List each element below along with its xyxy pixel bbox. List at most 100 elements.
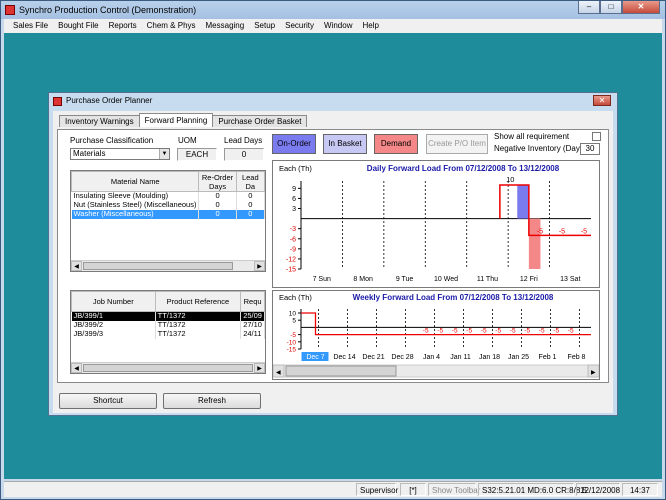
y-tick-label: -9 — [290, 246, 296, 253]
table-cell: TT/1372 — [155, 311, 242, 321]
chart-title: Weekly Forward Load From 07/12/2008 To 1… — [353, 293, 554, 302]
y-tick-label: -15 — [287, 347, 297, 354]
demand-legend: Demand — [374, 134, 418, 154]
data-label: -5 — [559, 228, 565, 235]
purchase-order-planner-dialog: Purchase Order Planner ✕ Inventory Warni… — [48, 92, 618, 416]
x-tick-label: Jan 25 — [508, 354, 529, 361]
jobs-hscroll[interactable]: ◀ ▶ — [71, 362, 265, 373]
scroll-left-icon[interactable]: ◀ — [71, 363, 82, 373]
weekly-forward-load-chart: Each (Th) Weekly Forward Load From 07/12/… — [272, 290, 600, 380]
data-label: -5 — [466, 328, 472, 335]
y-tick-label: -10 — [287, 339, 297, 346]
x-tick-label: Feb 1 — [539, 354, 557, 361]
table-row[interactable]: Washer (Miscellaneous) 0 0 — [71, 209, 265, 219]
dialog-titlebar: Purchase Order Planner — [53, 95, 152, 107]
menu-help[interactable]: Help — [357, 19, 383, 33]
materials-header-reorder[interactable]: Re-Order Days — [198, 171, 237, 192]
lead-days-field: 0 — [224, 148, 264, 161]
x-tick-label: 11 Thu — [477, 276, 498, 283]
menu-security[interactable]: Security — [280, 19, 319, 33]
purchase-classification-label: Purchase Classification — [70, 136, 154, 145]
forward-planning-panel: Purchase Classification Materials ▼ UOM … — [57, 129, 609, 383]
table-cell: 0 — [198, 209, 237, 219]
y-tick-label: -3 — [290, 226, 296, 233]
jobs-header-required[interactable]: Requ — [240, 291, 265, 312]
x-tick-label: Dec 21 — [362, 354, 384, 361]
menu-sales-file[interactable]: Sales File — [8, 19, 53, 33]
close-button[interactable]: ✕ — [622, 1, 660, 14]
x-tick-label: 7 Sun — [313, 276, 331, 283]
table-cell: Nut (Stainless Steel) (Miscellaneous) — [71, 200, 200, 210]
scroll-left-icon[interactable]: ◀ — [71, 261, 82, 271]
purchase-classification-select[interactable]: Materials ▼ — [70, 148, 170, 160]
table-cell: TT/1372 — [155, 320, 242, 330]
materials-header-name[interactable]: Material Name — [71, 171, 200, 192]
data-label: -5 — [452, 328, 458, 335]
table-cell: TT/1372 — [155, 329, 242, 339]
negative-inventory-input[interactable]: 30 — [580, 143, 600, 155]
menu-bought-file[interactable]: Bought File — [53, 19, 103, 33]
data-label: -5 — [495, 328, 501, 335]
dialog-body: Inventory Warnings Forward Planning Purc… — [53, 111, 613, 413]
scroll-right-icon[interactable]: ▶ — [254, 261, 265, 271]
jobs-table: Job Number Product Reference Requ JB/399… — [71, 291, 265, 339]
scroll-right-glyph: ▶ — [591, 370, 596, 376]
in-basket-legend: In Basket — [323, 134, 367, 154]
scroll-right-icon[interactable]: ▶ — [254, 363, 265, 373]
dialog-close-button[interactable]: ✕ — [593, 95, 611, 106]
chart-ylabel: Each (Th) — [279, 293, 312, 302]
status-date: 12/12/2008 — [576, 483, 620, 496]
uom-field: EACH — [177, 148, 217, 161]
show-toolbar-toggle[interactable]: Show Toolbar — [428, 483, 480, 496]
uom-label: UOM — [178, 136, 197, 145]
y-tick-label: 9 — [292, 186, 296, 193]
materials-scroll-thumb[interactable] — [83, 262, 233, 270]
jobs-header-job-number[interactable]: Job Number — [71, 291, 156, 312]
menu-window[interactable]: Window — [319, 19, 357, 33]
materials-hscroll[interactable]: ◀ ▶ — [71, 260, 265, 271]
tab-purchase-order-basket[interactable]: Purchase Order Basket — [212, 115, 308, 127]
tab-strip: Inventory Warnings Forward Planning Purc… — [59, 113, 308, 127]
maximize-button[interactable]: □ — [600, 1, 622, 14]
dialog-title: Purchase Order Planner — [66, 96, 153, 105]
jobs-header-product-reference[interactable]: Product Reference — [154, 291, 242, 312]
show-all-requirement-checkbox[interactable] — [592, 132, 601, 141]
table-cell: 25/09 — [240, 311, 265, 321]
table-row[interactable]: Nut (Stainless Steel) (Miscellaneous) 0 0 — [71, 200, 265, 210]
table-cell: 24/11 — [240, 329, 265, 339]
table-row[interactable]: JB/399/3 TT/1372 24/11 — [71, 329, 265, 339]
table-row[interactable]: Insulating Sleeve (Moulding) 0 0 — [71, 191, 265, 201]
demand-bar — [528, 218, 541, 269]
on-order-bar — [517, 185, 529, 219]
jobs-scroll-thumb[interactable] — [83, 364, 253, 372]
menu-setup[interactable]: Setup — [249, 19, 280, 33]
tab-forward-planning[interactable]: Forward Planning — [138, 113, 214, 127]
y-tick-label: -5 — [290, 332, 296, 339]
y-tick-label: -15 — [286, 267, 296, 274]
data-label: -5 — [524, 328, 530, 335]
menu-messaging[interactable]: Messaging — [201, 19, 250, 33]
x-tick-label: Dec 7 — [306, 354, 324, 361]
minimize-button[interactable]: – — [578, 1, 600, 14]
data-label: -5 — [481, 328, 487, 335]
table-row[interactable]: JB/399/1 TT/1372 25/09 — [71, 311, 265, 321]
chart-ylabel: Each (Th) — [279, 164, 312, 173]
chevron-down-icon[interactable]: ▼ — [159, 149, 169, 159]
menu-reports[interactable]: Reports — [104, 19, 142, 33]
status-user: Supervisor — [356, 483, 398, 496]
menu-chem-phys[interactable]: Chem & Phys — [142, 19, 201, 33]
create-po-item-button[interactable]: Create P/O Item — [426, 134, 488, 154]
shortcut-button[interactable]: Shortcut — [59, 393, 157, 409]
y-tick-label: -12 — [286, 256, 296, 263]
table-row[interactable]: JB/399/2 TT/1372 27/10 — [71, 320, 265, 330]
daily-chart-svg: Each (Th) Daily Forward Load From 07/12/2… — [279, 164, 591, 283]
x-tick-label: Jan 18 — [479, 354, 500, 361]
tab-inventory-warnings[interactable]: Inventory Warnings — [59, 115, 140, 127]
table-cell: Washer (Miscellaneous) — [71, 209, 200, 219]
table-cell: JB/399/2 — [71, 320, 156, 330]
materials-header-lead[interactable]: Lead Da — [235, 171, 265, 192]
x-tick-label: Feb 8 — [568, 354, 586, 361]
refresh-button[interactable]: Refresh — [163, 393, 261, 409]
x-tick-label: Dec 14 — [333, 354, 355, 361]
table-cell: JB/399/3 — [71, 329, 156, 339]
